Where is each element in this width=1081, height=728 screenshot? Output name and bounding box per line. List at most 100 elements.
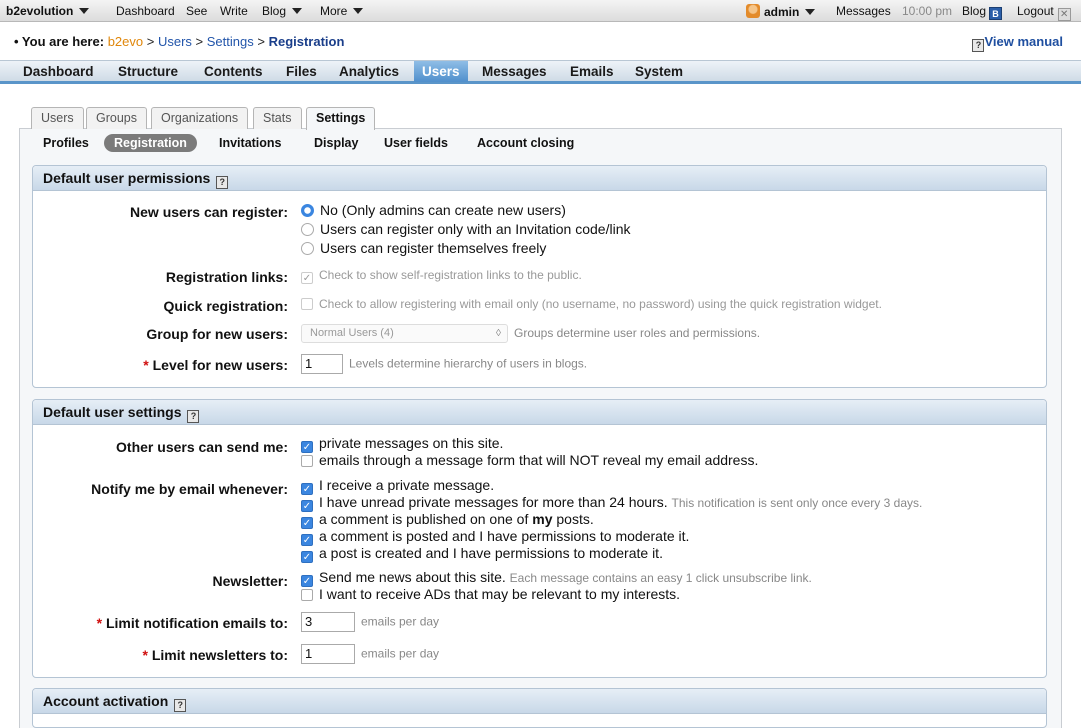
level-input[interactable]: 1	[301, 354, 343, 374]
notify-unread-checkbox[interactable]: ✓ I have unread private messages for more…	[301, 494, 922, 512]
required-marker: *	[142, 647, 148, 663]
blog-link[interactable]: Blog B	[962, 4, 1003, 20]
breadcrumb-separator: >	[257, 34, 265, 49]
level-new-users-label: * Level for new users:	[143, 357, 288, 373]
breadcrumb-users[interactable]: Users	[158, 34, 192, 49]
subtab-invitations[interactable]: Invitations	[212, 134, 289, 152]
emphasis-my: my	[532, 511, 553, 527]
logout-label: Logout	[1017, 4, 1054, 18]
notify-pm-checkbox[interactable]: ✓ I receive a private message.	[301, 477, 494, 495]
checkbox-checked[interactable]: ✓	[301, 551, 313, 563]
toolbar-see-link[interactable]: See	[186, 4, 207, 18]
newsletter-news-checkbox[interactable]: ✓ Send me news about this site. Each mess…	[301, 569, 812, 587]
level-note: Levels determine hierarchy of users in b…	[349, 356, 588, 371]
radio-selected[interactable]	[301, 204, 314, 217]
checkbox-label: private messages on this site.	[319, 435, 504, 451]
radio-register-invitation[interactable]: Users can register only with an Invitati…	[301, 221, 630, 237]
messages-link[interactable]: Messages	[836, 4, 891, 18]
tab-users[interactable]: Users	[31, 107, 84, 129]
nav-analytics[interactable]: Analytics	[331, 61, 407, 82]
toolbar-more-menu[interactable]: More	[320, 4, 364, 18]
subtab-registration[interactable]: Registration	[104, 134, 197, 152]
notify-comment-moderate-checkbox[interactable]: ✓ a comment is posted and I have permissi…	[301, 528, 689, 546]
limit-news-text: Limit newsletters to:	[151, 647, 288, 663]
nav-users[interactable]: Users	[414, 61, 468, 82]
breadcrumb: • You are here: b2evo > Users > Settings…	[14, 34, 344, 49]
checkbox-label-end: posts.	[556, 511, 594, 527]
checkbox-label: emails through a message form that will …	[319, 452, 759, 468]
nav-structure[interactable]: Structure	[110, 61, 186, 82]
checkbox-label: a comment is published on one of	[319, 511, 529, 527]
nav-files[interactable]: Files	[278, 61, 325, 82]
newsletter-note: Each message contains an easy 1 click un…	[509, 571, 812, 585]
help-icon[interactable]: ?	[187, 410, 200, 423]
help-icon[interactable]: ?	[216, 176, 229, 189]
checkbox-unchecked[interactable]	[301, 455, 313, 467]
nav-dashboard[interactable]: Dashboard	[15, 61, 102, 82]
quick-registration-checkbox[interactable]: Check to allow registering with email on…	[301, 297, 882, 311]
fieldset-default-user-settings: Default user settings? Other users can s…	[32, 399, 1047, 678]
logout-link[interactable]: Logout ✕	[1017, 4, 1071, 21]
registration-links-checkbox[interactable]: ✓ Check to show self-registration links t…	[301, 268, 582, 284]
checkbox-disabled[interactable]: ✓	[301, 272, 313, 284]
limit-notif-text: Limit notification emails to:	[105, 615, 288, 631]
limit-news-row: 1 emails per day	[301, 644, 439, 664]
subtab-display[interactable]: Display	[307, 134, 365, 152]
chevron-down-icon	[353, 7, 364, 14]
tab-stats[interactable]: Stats	[253, 107, 302, 129]
breadcrumb-settings[interactable]: Settings	[207, 34, 254, 49]
send-email-checkbox[interactable]: emails through a message form that will …	[301, 452, 758, 468]
radio-register-no[interactable]: No (Only admins can create new users)	[301, 202, 566, 218]
tab-groups[interactable]: Groups	[86, 107, 147, 129]
fieldset-account-activation: Account activation?	[32, 688, 1047, 728]
subtab-profiles[interactable]: Profiles	[36, 134, 96, 152]
required-marker: *	[96, 615, 103, 631]
label-row: * Limit notification emails to:	[33, 615, 288, 635]
help-icon[interactable]: ?	[174, 699, 187, 712]
limit-notif-input[interactable]: 3	[301, 612, 355, 632]
radio-unselected[interactable]	[301, 223, 314, 236]
label-row: Quick registration:	[33, 298, 288, 318]
view-manual-link[interactable]: ? View manual	[972, 34, 1063, 52]
toolbar-dashboard-link[interactable]: Dashboard	[116, 4, 175, 18]
radio-register-freely[interactable]: Users can register themselves freely	[301, 240, 546, 256]
brand-label: b2evolution	[6, 4, 74, 18]
label-row: Group for new users:	[33, 326, 288, 346]
fieldset-title: Default user permissions	[43, 170, 211, 186]
checkbox-label: I receive a private message.	[319, 477, 495, 493]
radio-unselected[interactable]	[301, 242, 314, 255]
toolbar-write-link[interactable]: Write	[220, 4, 248, 18]
toolbar-blog-menu[interactable]: Blog	[262, 4, 303, 18]
limit-news-input[interactable]: 1	[301, 644, 355, 664]
checkbox-unchecked[interactable]	[301, 589, 313, 601]
nav-emails[interactable]: Emails	[562, 61, 622, 82]
breadcrumb-registration[interactable]: Registration	[269, 34, 345, 49]
checkbox-disabled[interactable]	[301, 298, 313, 310]
label-row: Notify me by email whenever:	[33, 481, 288, 501]
notify-comment-published-checkbox[interactable]: ✓ a comment is published on one of my pos…	[301, 511, 594, 529]
nav-messages[interactable]: Messages	[474, 61, 555, 82]
tab-organizations[interactable]: Organizations	[151, 107, 249, 129]
send-pm-checkbox[interactable]: ✓ private messages on this site.	[301, 435, 503, 453]
tab-settings[interactable]: Settings	[306, 107, 376, 130]
user-name: admin	[764, 5, 800, 19]
fieldset-default-user-permissions: Default user permissions? New users can …	[32, 165, 1047, 388]
newsletter-ads-checkbox[interactable]: I want to receive ADs that may be releva…	[301, 586, 680, 602]
brand-menu[interactable]: b2evolution	[6, 4, 90, 18]
group-select[interactable]: Normal Users (4) ◊	[301, 324, 508, 343]
nav-system[interactable]: System	[627, 61, 691, 82]
new-users-register-label: New users can register:	[130, 204, 288, 220]
notify-post-moderate-checkbox[interactable]: ✓ a post is created and I have permission…	[301, 545, 663, 563]
label-row: Registration links:	[33, 269, 288, 289]
subtab-user-fields[interactable]: User fields	[377, 134, 455, 152]
admin-toolbar: b2evolution Dashboard See Write Blog Mor…	[0, 0, 1081, 22]
level-row: 1 Levels determine hierarchy of users in …	[301, 354, 587, 374]
fieldset-header: Default user permissions?	[33, 166, 1046, 191]
chevron-down-icon	[805, 8, 816, 15]
user-menu[interactable]: admin	[746, 4, 816, 19]
breadcrumb-b2evo[interactable]: b2evo	[108, 34, 143, 49]
label-row: Newsletter:	[33, 573, 288, 593]
chevron-down-icon	[292, 7, 303, 14]
subtab-account-closing[interactable]: Account closing	[470, 134, 581, 152]
nav-contents[interactable]: Contents	[196, 61, 271, 82]
